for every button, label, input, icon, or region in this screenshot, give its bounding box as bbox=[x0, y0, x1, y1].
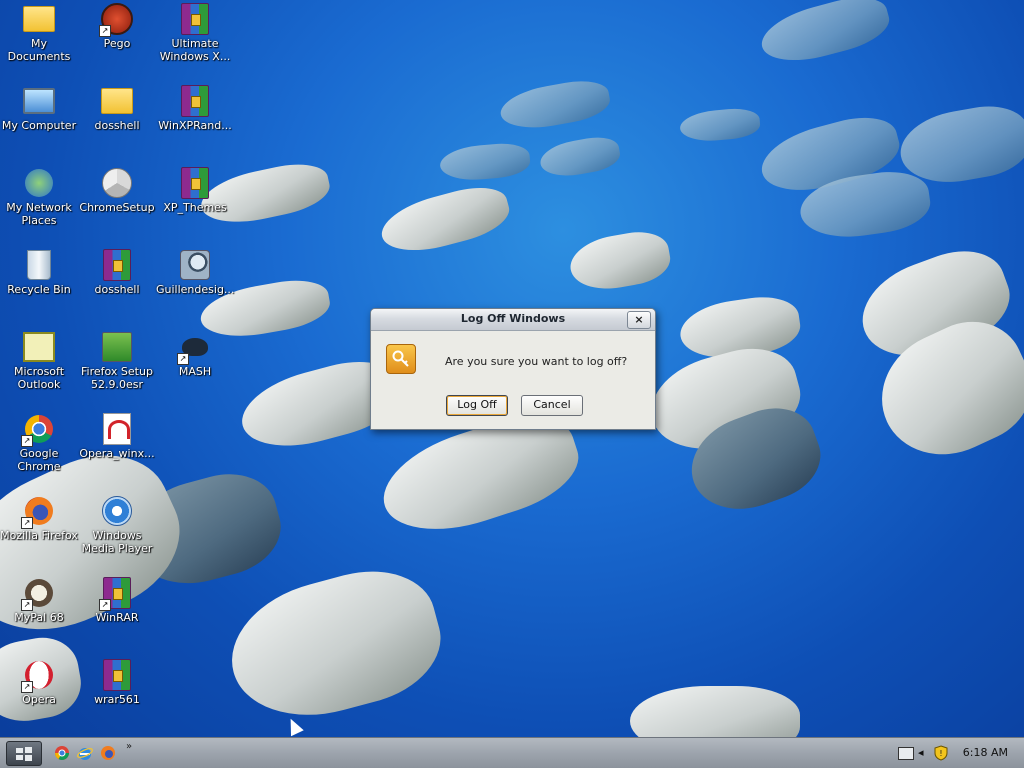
log-off-button[interactable]: Log Off bbox=[446, 395, 508, 416]
desktop-icon-label: MASH bbox=[178, 365, 212, 378]
mypal-icon: ↗ bbox=[21, 577, 55, 611]
wallpaper-fish bbox=[216, 555, 454, 735]
desktop-icon-winxprand[interactable]: WinXPRand... bbox=[156, 85, 234, 132]
desktop-icon-label: WinRAR bbox=[95, 611, 139, 624]
desktop-icon-label: Opera bbox=[22, 693, 56, 706]
desktop-icon-google-chrome[interactable]: ↗ Google Chrome bbox=[0, 413, 78, 473]
desktop-icon-label: Firefox Setup 52.9.0esr bbox=[81, 365, 153, 391]
desktop-icon-recycle-bin[interactable]: Recycle Bin bbox=[0, 249, 78, 296]
desktop-icon-label: My Computer bbox=[1, 119, 77, 132]
keyboard-icon[interactable] bbox=[898, 747, 914, 760]
log-off-dialog: Log Off Windows × Are you sure you want … bbox=[370, 308, 656, 430]
winrar-archive-icon bbox=[101, 249, 133, 281]
dialog-title: Log Off Windows bbox=[460, 312, 566, 325]
folder-icon bbox=[101, 85, 133, 117]
desktop-icon-dosshell-archive[interactable]: dosshell bbox=[78, 249, 156, 296]
magnifier-icon bbox=[179, 249, 211, 281]
desktop-icon-label: ChromeSetup bbox=[79, 201, 155, 214]
mash-icon: ↗ bbox=[177, 331, 211, 365]
windows-logo-icon bbox=[16, 746, 32, 761]
desktop-icon-label: Recycle Bin bbox=[7, 283, 71, 296]
chrome-setup-icon bbox=[101, 167, 133, 199]
wallpaper-fish bbox=[566, 226, 674, 296]
desktop-icon-label: Microsoft Outlook bbox=[13, 365, 65, 391]
desktop-icon-xp-themes[interactable]: XP_Themes bbox=[156, 167, 234, 214]
wallpaper-fish bbox=[497, 75, 613, 135]
desktop-icon-microsoft-outlook[interactable]: Microsoft Outlook bbox=[0, 331, 78, 391]
desktop-icon-label: MyPal 68 bbox=[14, 611, 64, 624]
desktop-icon-dosshell-folder[interactable]: dosshell bbox=[78, 85, 156, 132]
desktop-icon-label: Mozilla Firefox bbox=[0, 529, 78, 542]
firefox-icon: ↗ bbox=[21, 495, 55, 529]
clock[interactable]: 6:18 AM bbox=[963, 746, 1008, 759]
wallpaper-fish bbox=[375, 179, 515, 261]
wallpaper-fish bbox=[678, 106, 762, 144]
my-computer-icon bbox=[23, 85, 55, 117]
desktop-icon-label: Google Chrome bbox=[17, 447, 61, 473]
my-documents-icon bbox=[23, 3, 55, 35]
quicklaunch-firefox-icon[interactable] bbox=[100, 745, 116, 761]
start-button[interactable] bbox=[6, 741, 42, 766]
desktop-icon-ultimate-windows[interactable]: Ultimate Windows X... bbox=[156, 3, 234, 63]
desktop-icon-label: dosshell bbox=[94, 119, 140, 132]
desktop-icon-label: dosshell bbox=[94, 283, 140, 296]
security-shield-icon[interactable]: ! bbox=[934, 745, 948, 765]
desktop-icon-firefox-setup[interactable]: Firefox Setup 52.9.0esr bbox=[78, 331, 156, 391]
desktop-icon-label: Pego bbox=[103, 37, 131, 50]
chrome-icon: ↗ bbox=[21, 413, 55, 447]
desktop-icon-label: WinXPRand... bbox=[158, 119, 232, 132]
desktop-icon-mypal-68[interactable]: ↗ MyPal 68 bbox=[0, 577, 78, 624]
winrar-archive-icon bbox=[179, 85, 211, 117]
desktop-icon-windows-media-player[interactable]: Windows Media Player bbox=[78, 495, 156, 555]
media-player-icon bbox=[101, 495, 133, 527]
desktop-icon-label: My Network Places bbox=[6, 201, 72, 227]
desktop-icon-opera[interactable]: ↗ Opera bbox=[0, 659, 78, 706]
desktop-icon-label: Ultimate Windows X... bbox=[159, 37, 231, 63]
winrar-archive-icon: ↗ bbox=[99, 577, 133, 611]
system-tray: ◂ ! 6:18 AM bbox=[898, 738, 1024, 768]
desktop-icon-wrar561[interactable]: wrar561 bbox=[78, 659, 156, 706]
winrar-archive-icon bbox=[101, 659, 133, 691]
desktop-icon-winrar[interactable]: ↗ WinRAR bbox=[78, 577, 156, 624]
wallpaper-fish bbox=[438, 141, 532, 183]
pego-icon: ↗ bbox=[99, 3, 133, 37]
dialog-titlebar[interactable]: Log Off Windows × bbox=[371, 309, 655, 331]
desktop-icon-opera-installer[interactable]: Opera_winx... bbox=[78, 413, 156, 460]
network-places-icon bbox=[23, 167, 55, 199]
desktop-icon-my-documents[interactable]: My Documents bbox=[0, 3, 78, 63]
arrow-left-icon[interactable]: ◂ bbox=[918, 746, 924, 759]
wallpaper-fish bbox=[755, 0, 895, 71]
desktop-icon-mozilla-firefox[interactable]: ↗ Mozilla Firefox bbox=[0, 495, 78, 542]
desktop-icon-label: My Documents bbox=[7, 37, 71, 63]
desktop-icon-chromesetup[interactable]: ChromeSetup bbox=[78, 167, 156, 214]
desktop-icon-label: Windows Media Player bbox=[81, 529, 153, 555]
winrar-archive-icon bbox=[179, 3, 211, 35]
desktop-icon-guillendesig[interactable]: Guillendesig... bbox=[156, 249, 234, 296]
quicklaunch-chrome-icon[interactable] bbox=[54, 745, 70, 761]
firefox-setup-icon bbox=[101, 331, 133, 363]
svg-text:!: ! bbox=[939, 749, 942, 758]
desktop-icon-label: XP_Themes bbox=[163, 201, 227, 214]
recycle-bin-icon bbox=[23, 249, 55, 281]
desktop-icon-label: Opera_winx... bbox=[79, 447, 155, 460]
outlook-icon bbox=[23, 331, 55, 363]
winrar-archive-icon bbox=[179, 167, 211, 199]
desktop-icon-my-computer[interactable]: My Computer bbox=[0, 85, 78, 132]
taskbar: » ◂ ! 6:18 AM bbox=[0, 737, 1024, 768]
desktop-icon-label: wrar561 bbox=[94, 693, 140, 706]
opera-installer-icon bbox=[101, 413, 133, 445]
cancel-button[interactable]: Cancel bbox=[521, 395, 583, 416]
key-icon bbox=[386, 344, 416, 374]
wallpaper-fish bbox=[537, 133, 623, 181]
desktop-icon-mash[interactable]: ↗ MASH bbox=[156, 331, 234, 378]
mouse-cursor-icon bbox=[284, 715, 304, 737]
opera-icon: ↗ bbox=[21, 659, 55, 693]
quicklaunch-more[interactable]: » bbox=[126, 741, 132, 752]
close-button[interactable]: × bbox=[627, 311, 651, 329]
desktop-icon-my-network-places[interactable]: My Network Places bbox=[0, 167, 78, 227]
quicklaunch-ie-icon[interactable] bbox=[77, 745, 93, 761]
desktop-icon-label: Guillendesig... bbox=[156, 283, 235, 296]
desktop-icon-pego[interactable]: ↗ Pego bbox=[78, 3, 156, 50]
dialog-message: Are you sure you want to log off? bbox=[445, 355, 628, 368]
